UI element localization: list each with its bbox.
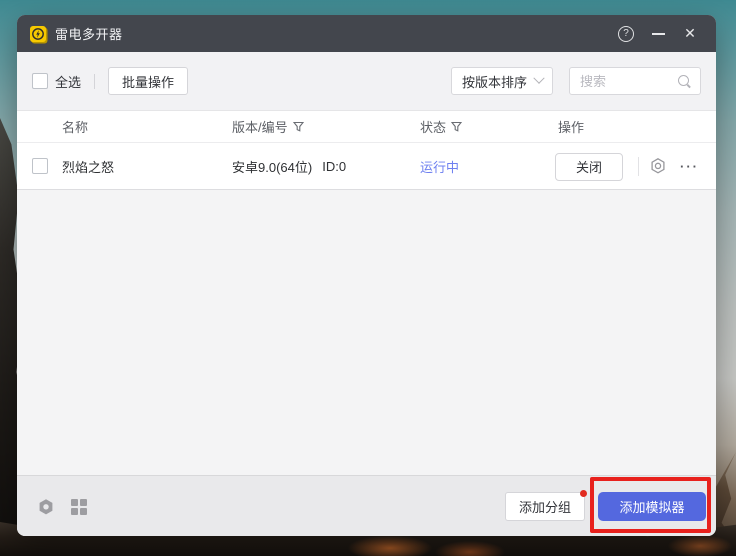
search-icon	[677, 74, 692, 89]
app-logo-lightning-icon	[30, 26, 46, 42]
emulator-name: 烈焰之怒	[62, 143, 114, 189]
grid-icon	[80, 499, 87, 506]
search-box[interactable]	[569, 67, 701, 95]
minimize-icon	[652, 33, 665, 35]
filter-icon[interactable]	[451, 121, 462, 132]
footer-bar: 添加分组 添加模拟器	[17, 475, 716, 536]
sort-dropdown-value: 按版本排序	[462, 72, 535, 91]
emulator-version-cell: 安卓9.0(64位) ID:0	[232, 143, 346, 189]
titlebar[interactable]: 雷电多开器 ? ✕	[17, 15, 716, 52]
column-label: 状态	[420, 117, 446, 136]
gear-icon	[649, 157, 667, 175]
layout-grid-button[interactable]	[71, 499, 87, 515]
help-icon: ?	[618, 26, 634, 42]
global-settings-button[interactable]	[37, 498, 55, 521]
grid-icon	[71, 499, 78, 506]
column-header-status: 状态	[420, 111, 462, 142]
select-all-checkbox[interactable]	[32, 73, 48, 89]
column-label: 名称	[62, 117, 88, 136]
sort-dropdown[interactable]: 按版本排序	[451, 67, 553, 95]
close-icon: ✕	[684, 25, 696, 42]
column-header-version: 版本/编号	[232, 111, 304, 142]
filter-icon[interactable]	[293, 121, 304, 132]
add-group-button[interactable]: 添加分组	[505, 492, 585, 521]
toolbar-divider	[94, 74, 95, 89]
row-checkbox-cell	[32, 143, 48, 189]
gear-icon	[37, 498, 55, 516]
column-label: 操作	[558, 117, 584, 136]
close-button[interactable]: ✕	[674, 19, 706, 49]
more-actions-button[interactable]: ···	[680, 143, 699, 189]
search-input[interactable]	[580, 74, 677, 89]
row-checkbox[interactable]	[32, 158, 48, 174]
emulator-status: 运行中	[420, 143, 459, 189]
empty-list-area	[17, 190, 716, 475]
close-emulator-button[interactable]: 关闭	[555, 153, 623, 181]
grid-icon	[71, 508, 78, 515]
emulator-row: 烈焰之怒 安卓9.0(64位) ID:0 运行中 关闭 ···	[17, 143, 716, 190]
chevron-down-icon	[533, 73, 544, 84]
column-header-operations: 操作	[558, 111, 584, 142]
table-header: 名称 版本/编号 状态 操作	[17, 110, 716, 143]
emulator-version: 安卓9.0(64位)	[232, 157, 312, 176]
emulator-settings-button[interactable]	[649, 143, 667, 189]
minimize-button[interactable]	[642, 19, 674, 49]
batch-operations-button[interactable]: 批量操作	[108, 67, 188, 95]
notification-dot	[580, 490, 587, 497]
window-title: 雷电多开器	[55, 24, 123, 43]
column-label: 版本/编号	[232, 117, 288, 136]
add-emulator-button[interactable]: 添加模拟器	[598, 492, 706, 521]
help-button[interactable]: ?	[610, 19, 642, 49]
column-header-name: 名称	[62, 111, 88, 142]
toolbar: 全选 批量操作 按版本排序	[17, 52, 716, 110]
app-window: 雷电多开器 ? ✕ 全选 批量操作 按版本排序 名称 版本	[17, 15, 716, 536]
grid-icon	[80, 508, 87, 515]
row-actions-divider	[638, 157, 639, 176]
emulator-id: ID:0	[322, 159, 346, 174]
select-all-label: 全选	[55, 72, 81, 91]
add-group-label: 添加分组	[519, 497, 571, 516]
